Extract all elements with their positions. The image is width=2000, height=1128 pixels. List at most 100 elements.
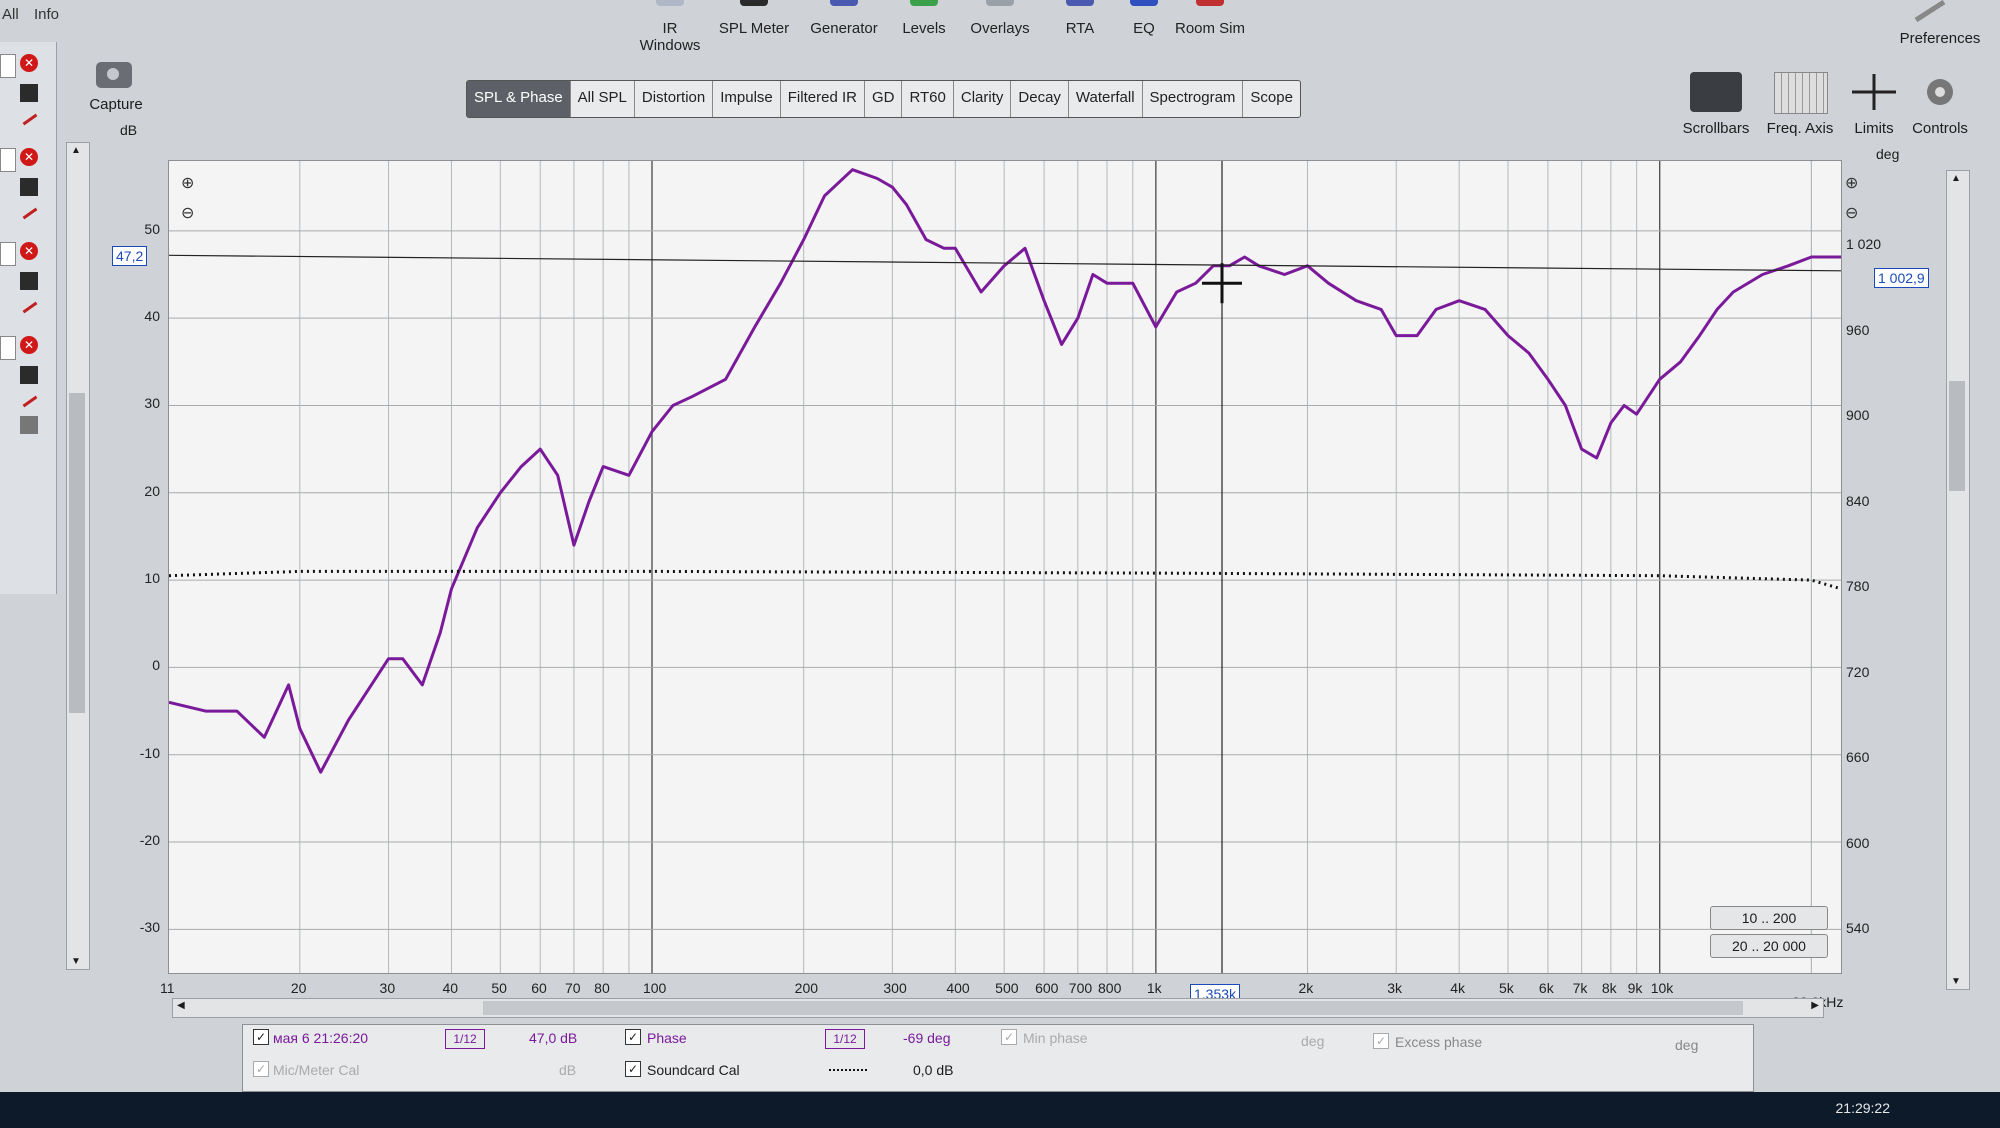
scroll-thumb[interactable] xyxy=(1949,381,1965,491)
y-right-tick: 540 xyxy=(1846,920,1870,937)
ir-windows-icon xyxy=(656,0,684,6)
tab-gd[interactable]: GD xyxy=(865,81,903,117)
phase-label: Phase xyxy=(647,1030,687,1046)
edit-pen-icon[interactable] xyxy=(22,207,38,220)
zoom-in-icon[interactable]: ⊕ xyxy=(181,173,194,193)
menu-info[interactable]: Info xyxy=(34,6,59,23)
measurement-entry[interactable]: ✕ xyxy=(0,44,56,130)
chart-toggle-icon[interactable] xyxy=(20,84,38,102)
spl-phase-graph[interactable]: ⊕ ⊖ ⊕ ⊖ xyxy=(168,160,1858,974)
remove-measurement-icon[interactable]: ✕ xyxy=(20,54,38,72)
level-marker-line xyxy=(168,254,1842,272)
menu-all[interactable]: All xyxy=(2,6,19,23)
entry-swatch[interactable] xyxy=(0,336,16,360)
scroll-right-icon[interactable]: ▶ xyxy=(1811,1000,1819,1011)
x-tick: 20 xyxy=(290,980,307,996)
toolbar-generator[interactable]: Generator xyxy=(804,0,884,40)
tab-distortion[interactable]: Distortion xyxy=(635,81,714,117)
remove-measurement-icon[interactable]: ✕ xyxy=(20,336,38,354)
toolbar-room-sim[interactable]: Room Sim xyxy=(1170,0,1250,40)
range-10-200-button[interactable]: 10 .. 200 xyxy=(1710,906,1828,930)
tab-rt60[interactable]: RT60 xyxy=(902,81,954,117)
edit-pen-icon[interactable] xyxy=(22,113,38,126)
scroll-up-icon[interactable]: ▲ xyxy=(71,145,81,156)
phase-checkbox[interactable]: ✓ xyxy=(625,1029,641,1045)
left-scrollbar[interactable]: ▲ ▼ xyxy=(66,142,90,970)
zoom-out-right-icon[interactable]: ⊖ xyxy=(1845,203,1858,223)
y-left-tick: -10 xyxy=(139,744,160,761)
capture-button[interactable]: Capture xyxy=(80,58,152,118)
measurement-entry[interactable]: ✕ xyxy=(0,232,56,318)
tab-clarity[interactable]: Clarity xyxy=(954,81,1012,117)
right-scrollbar[interactable]: ▲ ▼ xyxy=(1946,170,1970,990)
minphase-label: Min phase xyxy=(1023,1030,1088,1046)
measurement-checkbox[interactable]: ✓ xyxy=(253,1029,269,1045)
tab-all-spl[interactable]: All SPL xyxy=(571,81,635,117)
left-axis-unit: dB xyxy=(120,122,138,138)
excess-phase-checkbox[interactable]: ✓ xyxy=(1373,1033,1389,1049)
scroll-down-icon[interactable]: ▼ xyxy=(71,956,81,967)
measurement-entry[interactable]: ✕ xyxy=(0,326,56,436)
tab-impulse[interactable]: Impulse xyxy=(713,81,781,117)
phase-smoothing[interactable]: 1/12 xyxy=(825,1029,865,1049)
horizontal-scrollbar[interactable]: ◀ ▶ xyxy=(172,998,1824,1018)
chart-toggle-icon[interactable] xyxy=(20,272,38,290)
y-left-tick: 40 xyxy=(144,308,160,325)
excess-phase-unit: deg xyxy=(1675,1037,1699,1053)
range-20-20000-button[interactable]: 20 .. 20 000 xyxy=(1710,934,1828,958)
spl-smoothing[interactable]: 1/12 xyxy=(445,1029,485,1049)
scroll-up-icon[interactable]: ▲ xyxy=(1951,173,1961,184)
tab-spectrogram[interactable]: Spectrogram xyxy=(1143,81,1244,117)
y-right-tick: 780 xyxy=(1846,578,1870,595)
limits-icon xyxy=(1848,72,1900,112)
right-phase-marker[interactable]: 1 002,9 xyxy=(1874,268,1929,288)
spl-trace xyxy=(168,168,1841,774)
measurement-entry[interactable]: ✕ xyxy=(0,138,56,224)
entry-swatch[interactable] xyxy=(0,242,16,266)
toolbar-label: SPL Meter xyxy=(718,20,790,37)
y-left-tick: 0 xyxy=(152,657,160,674)
measurement-name: мая 6 21:26:20 xyxy=(273,1030,369,1046)
toolbar-levels[interactable]: Levels xyxy=(884,0,964,40)
minphase-checkbox[interactable]: ✓ xyxy=(1001,1029,1017,1045)
tab-spl-phase[interactable]: SPL & Phase xyxy=(467,81,571,117)
toolbar-label: Levels xyxy=(902,20,946,37)
scroll-down-icon[interactable]: ▼ xyxy=(1951,976,1961,987)
toolbar-label: Overlays xyxy=(970,20,1030,37)
toolbar-spl-meter[interactable]: SPL Meter xyxy=(714,0,794,40)
notes-icon[interactable] xyxy=(20,416,38,434)
scroll-thumb[interactable] xyxy=(483,1001,1743,1015)
remove-measurement-icon[interactable]: ✕ xyxy=(20,148,38,166)
toolbar-label: IR Windows xyxy=(639,20,701,54)
left-level-marker[interactable]: 47,2 xyxy=(112,246,148,266)
x-tick: 80 xyxy=(594,980,610,996)
soundcard-line-sample xyxy=(829,1069,867,1071)
controls-gear-button[interactable]: Controls xyxy=(1897,72,1983,142)
scroll-thumb[interactable] xyxy=(69,393,85,713)
x-tick: 100 xyxy=(642,980,667,996)
chart-toggle-icon[interactable] xyxy=(20,366,38,384)
edit-pen-icon[interactable] xyxy=(22,395,38,408)
preferences-icon xyxy=(1910,0,1950,23)
tab-scope[interactable]: Scope xyxy=(1243,81,1300,117)
taskbar-clock: 21:29:22 xyxy=(1835,1100,1891,1116)
x-tick: 600 xyxy=(1035,980,1059,996)
zoom-out-icon[interactable]: ⊖ xyxy=(181,203,194,223)
y-right-tick: 660 xyxy=(1846,749,1870,766)
tab-filtered-ir[interactable]: Filtered IR xyxy=(781,81,865,117)
tab-waterfall[interactable]: Waterfall xyxy=(1069,81,1143,117)
remove-measurement-icon[interactable]: ✕ xyxy=(20,242,38,260)
entry-swatch[interactable] xyxy=(0,148,16,172)
chart-toggle-icon[interactable] xyxy=(20,178,38,196)
zoom-in-right-icon[interactable]: ⊕ xyxy=(1845,173,1858,193)
scroll-left-icon[interactable]: ◀ xyxy=(177,1000,185,1011)
toolbar-overlays[interactable]: Overlays xyxy=(960,0,1040,40)
preferences-button[interactable]: Preferences xyxy=(1880,0,2000,50)
toolbar-ir-windows[interactable]: IR Windows xyxy=(630,0,710,54)
entry-swatch[interactable] xyxy=(0,54,16,78)
scrollbars-button[interactable]: Scrollbars xyxy=(1673,72,1759,142)
tab-decay[interactable]: Decay xyxy=(1011,81,1069,117)
soundcard-cal-checkbox[interactable]: ✓ xyxy=(625,1061,641,1077)
edit-pen-icon[interactable] xyxy=(22,301,38,314)
mic-cal-checkbox[interactable]: ✓ xyxy=(253,1061,269,1077)
